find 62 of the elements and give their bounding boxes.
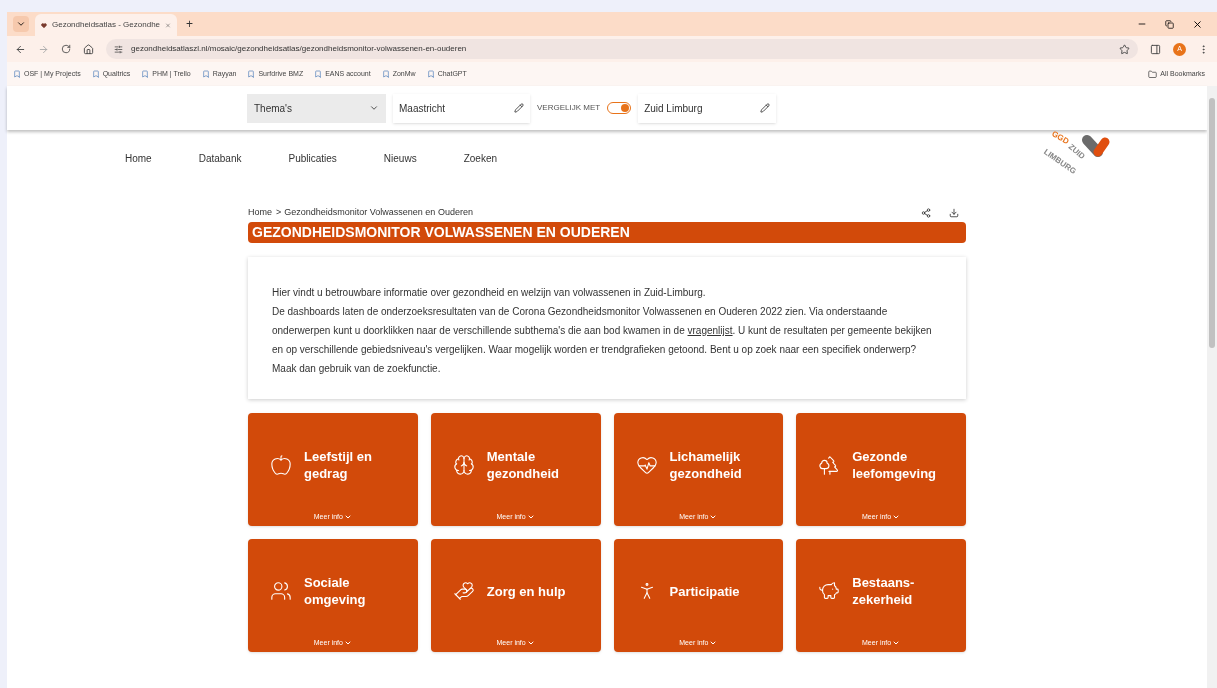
close-window-icon[interactable] <box>1192 18 1203 30</box>
bookmark-icon <box>91 70 100 78</box>
download-icon[interactable] <box>949 208 959 218</box>
tile-title: Mentale gezondheid <box>486 448 560 483</box>
bookmark-icon <box>13 70 21 78</box>
breadcrumb-separator: > <box>276 206 282 220</box>
tile-title: Zorg en hulp <box>486 582 567 600</box>
favicon-heart-icon <box>41 20 47 30</box>
breadcrumb-link[interactable]: Home <box>248 206 272 220</box>
nav-link[interactable]: Nieuws <box>383 150 417 166</box>
reload-icon[interactable] <box>61 44 71 54</box>
chevron-down-icon <box>16 19 26 29</box>
heart-pulse-icon <box>635 454 658 477</box>
intro-paragraph: De dashboards laten de onderzoeksresultaten van de Corona Gezondheidsmonitor Volwassenen en Ouderen 2022 zien. Via onderstaande onderwerpen kunt u doorklikken naar de verschillende subthema's die aan bod kwamen in de vragenlijst. U kunt de resultaten per gemeente bekijken en op verschillende gebiedsniveau's vergelijken. Waar mogelijk worden er trendgrafieken getoond. Bent u op zoek naar een specifiek onderwerp? Maak dan gebruik van de zoekfunctie. <box>272 305 933 376</box>
compare-label: VERGELIJK MET <box>537 102 601 114</box>
apple-icon <box>270 454 292 477</box>
questionnaire-link[interactable]: vragenlijst <box>687 325 733 336</box>
tile-title: Bestaans-zekerheid <box>852 574 916 609</box>
address-bar[interactable]: gezondheidsatlaszl.nl/mosaic/gezondheidsatlas/gezondheidsmonitor-volwassenen-en-ouderen <box>106 39 1138 59</box>
tile-title: Gezonde leefomgeving <box>852 448 938 483</box>
bookmark-star-icon[interactable] <box>1119 43 1130 55</box>
trees-icon <box>818 454 841 477</box>
scrollbar[interactable] <box>1207 86 1217 688</box>
bookmark-icon <box>201 70 210 78</box>
nav-link[interactable]: Publicaties <box>288 150 337 166</box>
site-settings-icon[interactable] <box>114 44 123 54</box>
tile-title: Lichamelijk gezondheid <box>669 448 743 483</box>
nav-link[interactable]: Databank <box>198 150 242 166</box>
chevron-down-icon <box>369 103 379 113</box>
logo-text: GGD <box>1049 128 1071 146</box>
tab-list-button[interactable] <box>13 16 29 32</box>
bookmark-icon <box>141 70 150 78</box>
new-tab-button[interactable]: + <box>183 15 196 33</box>
people-icon <box>270 580 292 603</box>
home-icon[interactable] <box>83 43 94 55</box>
browser-tab[interactable]: Gezondheidsatlas - Gezondhe <box>35 14 177 36</box>
nav-link[interactable]: Zoeken <box>463 150 497 166</box>
page-title: GEZONDHEIDSMONITOR VOLWASSENEN EN OUDEREN <box>248 222 966 243</box>
side-panel-icon[interactable] <box>1150 43 1161 55</box>
tile-title: Participatie <box>669 582 741 600</box>
tile-title: Leefstijl en gedrag <box>304 448 373 483</box>
brain-icon <box>452 454 475 477</box>
restore-icon[interactable] <box>1165 19 1174 29</box>
breadcrumb-current: Gezondheidsmonitor Volwassenen en Ouderen <box>284 206 473 220</box>
folder-icon <box>1148 69 1158 79</box>
share-icon[interactable] <box>921 208 931 218</box>
tab-title: Gezondheidsatlas - Gezondhe <box>51 19 161 31</box>
url-text: gezondheidsatlaszl.nl/mosaic/gezondheidsatlas/gezondheidsmonitor-volwassenen-en-ouderen <box>131 43 467 55</box>
back-icon[interactable] <box>15 43 26 55</box>
bookmark-icon <box>381 70 390 78</box>
pencil-icon <box>760 103 771 113</box>
theme-select[interactable]: Thema's <box>247 93 386 123</box>
bookmark-icon <box>247 70 256 78</box>
region-field[interactable]: Maastricht <box>393 93 530 123</box>
bookmark-icon <box>426 70 435 78</box>
pencil-icon <box>514 103 524 113</box>
compare-region-field[interactable]: Zuid Limburg <box>638 93 777 123</box>
tile-title: Sociale omgeving <box>304 574 367 609</box>
bookmark-icon <box>314 70 323 78</box>
intro-text: Hier vindt u betrouwbare informatie over gezondheid en welzijn van volwassenen in Zuid-Limburg. <box>272 286 707 300</box>
hand-heart-icon <box>452 580 475 603</box>
nav-link[interactable]: Home <box>125 150 152 166</box>
